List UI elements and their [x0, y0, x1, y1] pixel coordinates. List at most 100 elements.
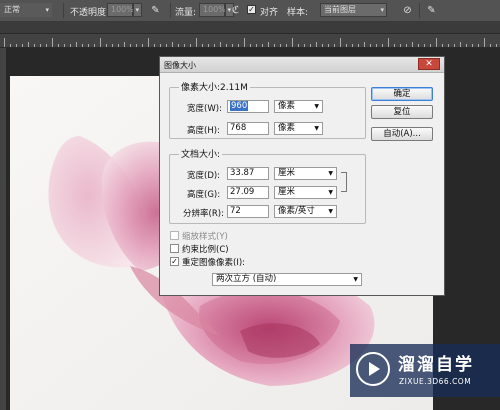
ruler-tick: [214, 44, 215, 47]
blend-mode-select[interactable]: 正常 ▾: [0, 3, 52, 17]
toolbar-divider: [170, 3, 171, 18]
opacity-slider-toggle[interactable]: ▾: [133, 3, 142, 17]
ruler-tick: [430, 44, 431, 47]
watermark-logo: 溜溜自学 ZIXUE.3D66.COM: [350, 344, 500, 397]
ruler-tick: [154, 44, 155, 47]
reset-button-label: 复位: [393, 107, 411, 117]
ruler-tick: [358, 44, 359, 47]
pixel-dimensions-label: 像素大小:2.11M: [179, 80, 250, 93]
pixel-height-unit-select[interactable]: 像素 ▼: [274, 122, 323, 135]
ruler-tick: [160, 44, 161, 47]
ruler-tick: [256, 44, 257, 47]
ruler-tick: [244, 38, 245, 47]
ruler-tick: [94, 44, 95, 47]
ruler-tick: [436, 38, 437, 47]
close-button[interactable]: ✕: [418, 58, 440, 70]
ruler-tick: [448, 44, 449, 47]
document-width-input[interactable]: 33.87: [227, 167, 269, 180]
ruler-tick: [316, 42, 317, 47]
pressure-size-icon[interactable]: ✎: [424, 3, 439, 18]
close-icon: ✕: [425, 59, 433, 69]
resample-method-value: 两次立方 (自动): [216, 274, 277, 284]
ruler-tick: [400, 44, 401, 47]
ruler-tick: [478, 44, 479, 47]
chevron-down-icon: ▼: [353, 276, 358, 283]
resample-method-select[interactable]: 两次立方 (自动) ▼: [212, 273, 362, 286]
watermark-url: ZIXUE.3D66.COM: [399, 377, 472, 386]
resample-checkbox[interactable]: ✓: [170, 257, 179, 266]
watermark-name: 溜溜自学: [398, 355, 474, 375]
align-label: 对齐: [260, 8, 279, 18]
ruler-tick: [76, 42, 77, 47]
ok-button-label: 确定: [393, 89, 411, 99]
pixel-height-input[interactable]: 768: [227, 122, 269, 135]
chevron-down-icon: ▾: [380, 6, 384, 14]
sample-select[interactable]: 当前图层 ▾: [320, 3, 387, 17]
ruler-tick: [178, 44, 179, 47]
ruler-tick: [394, 44, 395, 47]
ruler-tick: [466, 44, 467, 47]
image-size-dialog: 图像大小 ✕ 像素大小:2.11M 宽度(W): 960 像素 ▼ 高度(H):…: [159, 56, 445, 296]
pixel-height-value: 768: [230, 123, 247, 133]
document-size-label: 文档大小:: [179, 147, 223, 160]
resolution-unit: 像素/英寸: [278, 206, 315, 216]
sample-value: 当前图层: [324, 5, 356, 14]
toolbar-divider: [63, 3, 64, 18]
ruler-tick: [82, 44, 83, 47]
document-height-input[interactable]: 27.09: [227, 186, 269, 199]
ruler-tick: [142, 44, 143, 47]
pressure-opacity-icon[interactable]: ✎: [148, 3, 163, 18]
resolution-unit-select[interactable]: 像素/英寸 ▼: [274, 205, 337, 218]
ruler-tick: [16, 44, 17, 47]
ruler-tick: [118, 44, 119, 47]
chevron-down-icon: ▾: [45, 6, 49, 14]
ruler-tick: [388, 38, 389, 47]
document-height-unit-select[interactable]: 厘米 ▼: [274, 186, 337, 199]
flow-label: 流量:: [175, 8, 197, 18]
ruler-tick: [298, 44, 299, 47]
ok-button[interactable]: 确定: [371, 87, 433, 101]
document-width-unit: 厘米: [278, 168, 296, 178]
constrain-proportions-checkbox[interactable]: [170, 244, 179, 253]
ruler-tick: [352, 44, 353, 47]
ruler-tick: [238, 44, 239, 47]
auto-button[interactable]: 自动(A)...: [371, 127, 433, 141]
reset-button[interactable]: 复位: [371, 105, 433, 119]
dialog-titlebar[interactable]: 图像大小: [160, 57, 444, 73]
flow-input[interactable]: 100%: [199, 3, 226, 17]
ruler-tick: [376, 44, 377, 47]
ruler-tick: [46, 44, 47, 47]
ruler-tick: [286, 44, 287, 47]
ruler-tick: [274, 44, 275, 47]
opacity-input[interactable]: 100%: [107, 3, 134, 17]
align-checkbox[interactable]: ✓: [247, 5, 256, 14]
ruler-tick: [268, 42, 269, 47]
scale-styles-checkbox[interactable]: [170, 231, 179, 240]
document-width-value: 33.87: [230, 168, 255, 178]
ruler-tick: [346, 44, 347, 47]
ruler-tick: [64, 44, 65, 47]
toolbar-divider: [419, 3, 420, 18]
ruler-tick: [424, 44, 425, 47]
constrain-proportions-label: 约束比例(C): [182, 245, 229, 255]
pixel-width-input[interactable]: 960: [227, 100, 269, 113]
ruler-tick: [190, 44, 191, 47]
pixel-height-unit: 像素: [278, 123, 296, 133]
resolution-input[interactable]: 72: [227, 205, 269, 218]
chevron-down-icon: ▼: [328, 170, 333, 177]
airbrush-icon[interactable]: ℭ: [228, 3, 243, 18]
ruler-tick: [460, 42, 461, 47]
ruler-tick: [70, 44, 71, 47]
ruler-tick: [226, 44, 227, 47]
pixel-width-unit-select[interactable]: 像素 ▼: [274, 100, 323, 113]
horizontal-ruler: [0, 34, 500, 48]
ruler-tick: [28, 42, 29, 47]
ruler-tick: [166, 44, 167, 47]
ruler-tick: [202, 44, 203, 47]
ignore-adjustment-layers-icon[interactable]: ⊘: [400, 3, 415, 18]
scale-styles-label: 缩放样式(Y): [182, 232, 228, 242]
ruler-tick: [232, 44, 233, 47]
chevron-down-icon: ▼: [328, 189, 333, 196]
document-width-unit-select[interactable]: 厘米 ▼: [274, 167, 337, 180]
ruler-tick: [88, 44, 89, 47]
